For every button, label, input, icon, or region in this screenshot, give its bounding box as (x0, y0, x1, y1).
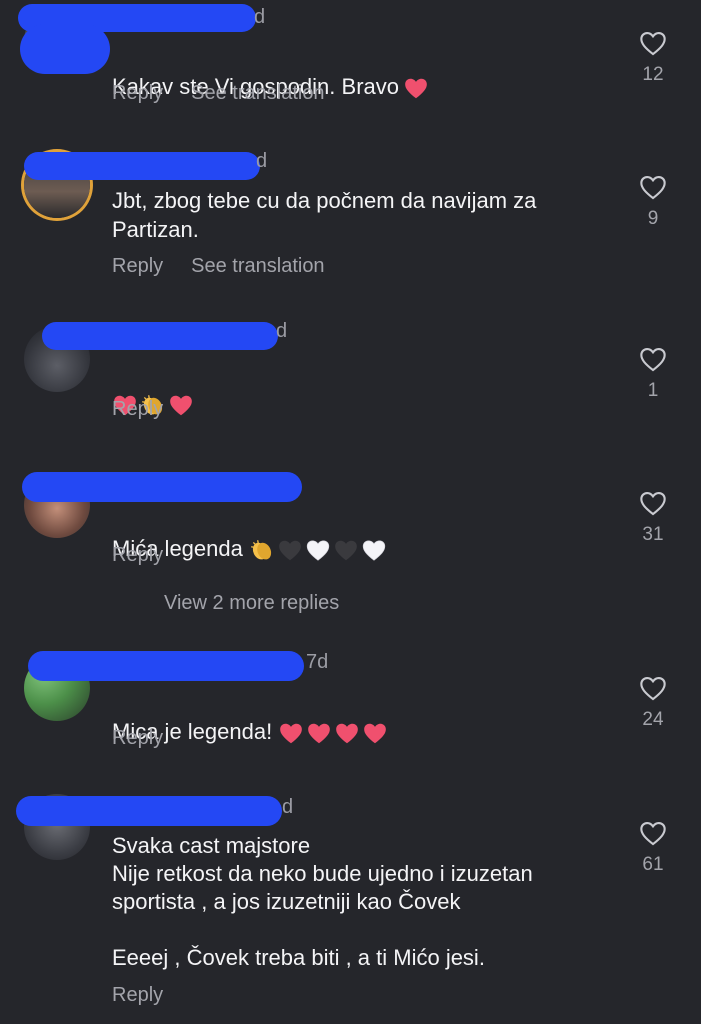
emoji-group (278, 721, 388, 745)
heart-outline-icon (640, 176, 666, 200)
red-heart-emoji-icon (308, 723, 331, 744)
comment-item: Mića legenda Reply View 2 more replies 3… (0, 462, 701, 622)
heart-outline-icon (640, 677, 666, 701)
comment-actions: Reply See translation (112, 82, 325, 105)
comment-age: d (276, 320, 288, 342)
like-button[interactable]: 9 (636, 174, 670, 230)
reply-button[interactable]: Reply (112, 544, 163, 567)
like-button[interactable]: 31 (636, 490, 670, 546)
comments-list: d Kakav ste Vi gospodin. Bravo Reply See… (0, 0, 701, 1024)
comment-item: andjelk 7d Mica je legenda! Reply 24 (0, 645, 701, 775)
redacted-username (24, 152, 260, 180)
comment-age: d (256, 150, 268, 172)
comment-actions: Reply (112, 544, 163, 567)
like-count: 1 (647, 380, 659, 401)
red-heart-emoji-icon (280, 723, 303, 744)
red-heart-emoji-icon (170, 395, 192, 416)
reply-button[interactable]: Reply (112, 727, 163, 750)
black-heart-emoji-icon (279, 540, 301, 561)
see-translation-button[interactable]: See translation (191, 82, 324, 105)
reply-button[interactable]: Reply (112, 398, 163, 421)
white-heart-emoji-icon (362, 540, 386, 561)
like-count: 61 (642, 854, 664, 875)
comment-item: d Kakav ste Vi gospodin. Bravo Reply See… (0, 0, 701, 130)
redacted-username (16, 796, 282, 826)
comment-item: d Jbt, zbog tebe cu da počnem da navijam… (0, 140, 701, 290)
like-count: 24 (642, 709, 664, 730)
white-heart-emoji-icon (306, 540, 330, 561)
comment-item: d Reply 1 (0, 318, 701, 438)
heart-outline-icon (640, 822, 666, 846)
view-more-replies-button[interactable]: View 2 more replies (164, 592, 339, 615)
see-translation-button[interactable]: See translation (191, 255, 324, 278)
black-heart-emoji-icon (335, 540, 357, 561)
like-button[interactable]: 24 (636, 675, 670, 731)
reply-button[interactable]: Reply (112, 82, 163, 105)
heart-outline-icon (640, 32, 666, 56)
comment-age: d (254, 6, 266, 28)
like-button[interactable]: 61 (636, 820, 670, 876)
comment-text: Jbt, zbog tebe cu da počnem da navijam z… (112, 188, 537, 242)
reply-button[interactable]: Reply (112, 255, 163, 278)
emoji-group (403, 76, 429, 100)
comment-item: d Svaka cast majstore Nije retkost da ne… (0, 790, 701, 1024)
comment-text (112, 360, 612, 418)
like-button[interactable]: 1 (636, 346, 670, 402)
comment-age: 7d (306, 651, 329, 673)
red-heart-emoji-icon (364, 723, 387, 744)
comment-text: Mića legenda (112, 505, 612, 563)
redacted-username (28, 651, 304, 681)
like-button[interactable]: 12 (636, 30, 670, 86)
emoji-group (249, 538, 387, 562)
heart-outline-icon (640, 492, 666, 516)
heart-outline-icon (640, 348, 666, 372)
like-count: 31 (642, 524, 664, 545)
clapping-hands-emoji-icon (251, 540, 272, 560)
reply-button[interactable]: Reply (112, 984, 163, 1007)
comment-actions: Reply (112, 398, 163, 421)
comment-text: Svaka cast majstore Nije retkost da neko… (112, 833, 533, 970)
comment-actions: Reply (112, 984, 163, 1007)
comment-actions: Reply See translation (112, 255, 325, 278)
like-count: 9 (647, 208, 659, 229)
redacted-username (20, 24, 110, 74)
redacted-username (42, 322, 278, 350)
red-heart-emoji-icon (336, 723, 359, 744)
redacted-username (22, 472, 302, 502)
red-heart-emoji-icon (405, 78, 427, 99)
comment-text: Mica je legenda! (112, 688, 612, 746)
comment-age: d (282, 796, 294, 818)
like-count: 12 (642, 64, 664, 85)
comment-actions: Reply (112, 727, 163, 750)
